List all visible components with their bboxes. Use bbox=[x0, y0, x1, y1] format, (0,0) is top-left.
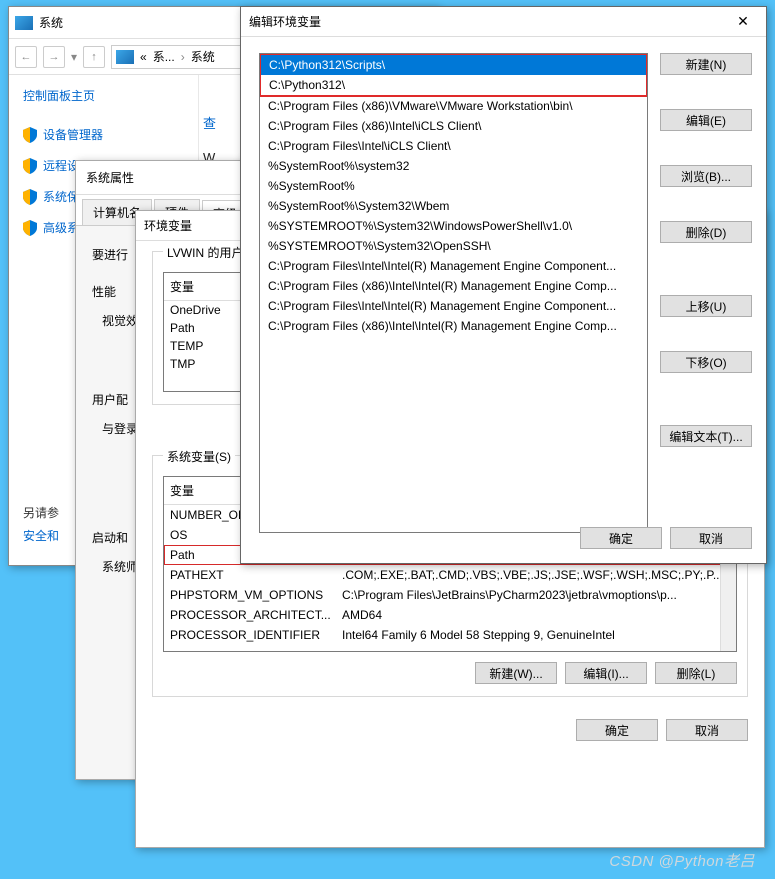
close-icon[interactable]: ✕ bbox=[728, 13, 758, 30]
list-item[interactable]: %SYSTEMROOT%\System32\WindowsPowerShell\… bbox=[260, 216, 647, 236]
security-link[interactable]: 安全和 bbox=[23, 524, 59, 547]
list-item[interactable]: %SystemRoot%\system32 bbox=[260, 156, 647, 176]
delete-button[interactable]: 删除(L) bbox=[655, 662, 737, 684]
move-down-button[interactable]: 下移(O) bbox=[660, 351, 752, 373]
list-item[interactable]: C:\Program Files\Intel\Intel(R) Manageme… bbox=[260, 256, 647, 276]
table-row: PHPSTORM_VM_OPTIONSC:\Program Files\JetB… bbox=[164, 585, 736, 605]
ok-button[interactable]: 确定 bbox=[580, 527, 662, 549]
monitor-icon bbox=[116, 50, 134, 64]
cancel-button[interactable]: 取消 bbox=[666, 719, 748, 741]
browse-button[interactable]: 浏览(B)... bbox=[660, 165, 752, 187]
delete-button[interactable]: 删除(D) bbox=[660, 221, 752, 243]
edit-env-var-dialog: 编辑环境变量 ✕ C:\Python312\Scripts\ C:\Python… bbox=[240, 6, 767, 564]
table-row: PROCESSOR_ARCHITECT...AMD64 bbox=[164, 605, 736, 625]
list-item[interactable]: C:\Python312\Scripts\ bbox=[261, 55, 646, 75]
nav-back-button[interactable]: ← bbox=[15, 46, 37, 68]
edit-button[interactable]: 编辑(E) bbox=[660, 109, 752, 131]
control-panel-home-link[interactable]: 控制面板主页 bbox=[23, 87, 190, 104]
new-button[interactable]: 新建(W)... bbox=[475, 662, 557, 684]
list-item[interactable]: C:\Program Files (x86)\Intel\Intel(R) Ma… bbox=[260, 276, 647, 296]
cancel-button[interactable]: 取消 bbox=[670, 527, 752, 549]
list-item[interactable]: C:\Program Files\Intel\iCLS Client\ bbox=[260, 136, 647, 156]
edit-buttons: 新建(N) 编辑(E) 浏览(B)... 删除(D) 上移(U) 下移(O) 编… bbox=[660, 53, 752, 533]
watermark: CSDN @Python老吕 bbox=[609, 850, 755, 871]
list-item[interactable]: C:\Program Files (x86)\Intel\iCLS Client… bbox=[260, 116, 647, 136]
list-item[interactable]: C:\Program Files (x86)\Intel\Intel(R) Ma… bbox=[260, 316, 647, 336]
new-button[interactable]: 新建(N) bbox=[660, 53, 752, 75]
shield-icon bbox=[23, 220, 37, 236]
see-also: 另请参 安全和 bbox=[23, 501, 59, 547]
edit-titlebar: 编辑环境变量 ✕ bbox=[241, 7, 766, 37]
nav-forward-button[interactable]: → bbox=[43, 46, 65, 68]
nav-up-button[interactable]: ↑ bbox=[83, 46, 105, 68]
move-up-button[interactable]: 上移(U) bbox=[660, 295, 752, 317]
monitor-icon bbox=[15, 16, 33, 30]
list-item[interactable]: %SystemRoot% bbox=[260, 176, 647, 196]
table-row: PROCESSOR_IDENTIFIERIntel64 Family 6 Mod… bbox=[164, 625, 736, 645]
list-item[interactable]: C:\Program Files (x86)\VMware\VMware Wor… bbox=[260, 96, 647, 116]
nav-dropdown-icon[interactable]: ▾ bbox=[71, 50, 77, 64]
table-row: PATHEXT.COM;.EXE;.BAT;.CMD;.VBS;.VBE;.JS… bbox=[164, 565, 736, 585]
shield-icon bbox=[23, 189, 37, 205]
shield-icon bbox=[23, 127, 37, 143]
path-entries-list[interactable]: C:\Python312\Scripts\ C:\Python312\ C:\P… bbox=[259, 53, 648, 533]
ok-button[interactable]: 确定 bbox=[576, 719, 658, 741]
main-link[interactable]: 查 bbox=[203, 113, 216, 132]
sidebar-item-device-manager[interactable]: 设备管理器 bbox=[23, 122, 190, 153]
system-title: 系统 bbox=[39, 14, 63, 31]
shield-icon bbox=[23, 158, 37, 174]
list-item[interactable]: C:\Python312\ bbox=[261, 75, 646, 95]
list-item[interactable]: %SystemRoot%\System32\Wbem bbox=[260, 196, 647, 216]
list-item[interactable]: %SYSTEMROOT%\System32\OpenSSH\ bbox=[260, 236, 647, 256]
list-item[interactable]: C:\Program Files\Intel\Intel(R) Manageme… bbox=[260, 296, 647, 316]
edit-text-button[interactable]: 编辑文本(T)... bbox=[660, 425, 752, 447]
edit-button[interactable]: 编辑(I)... bbox=[565, 662, 647, 684]
